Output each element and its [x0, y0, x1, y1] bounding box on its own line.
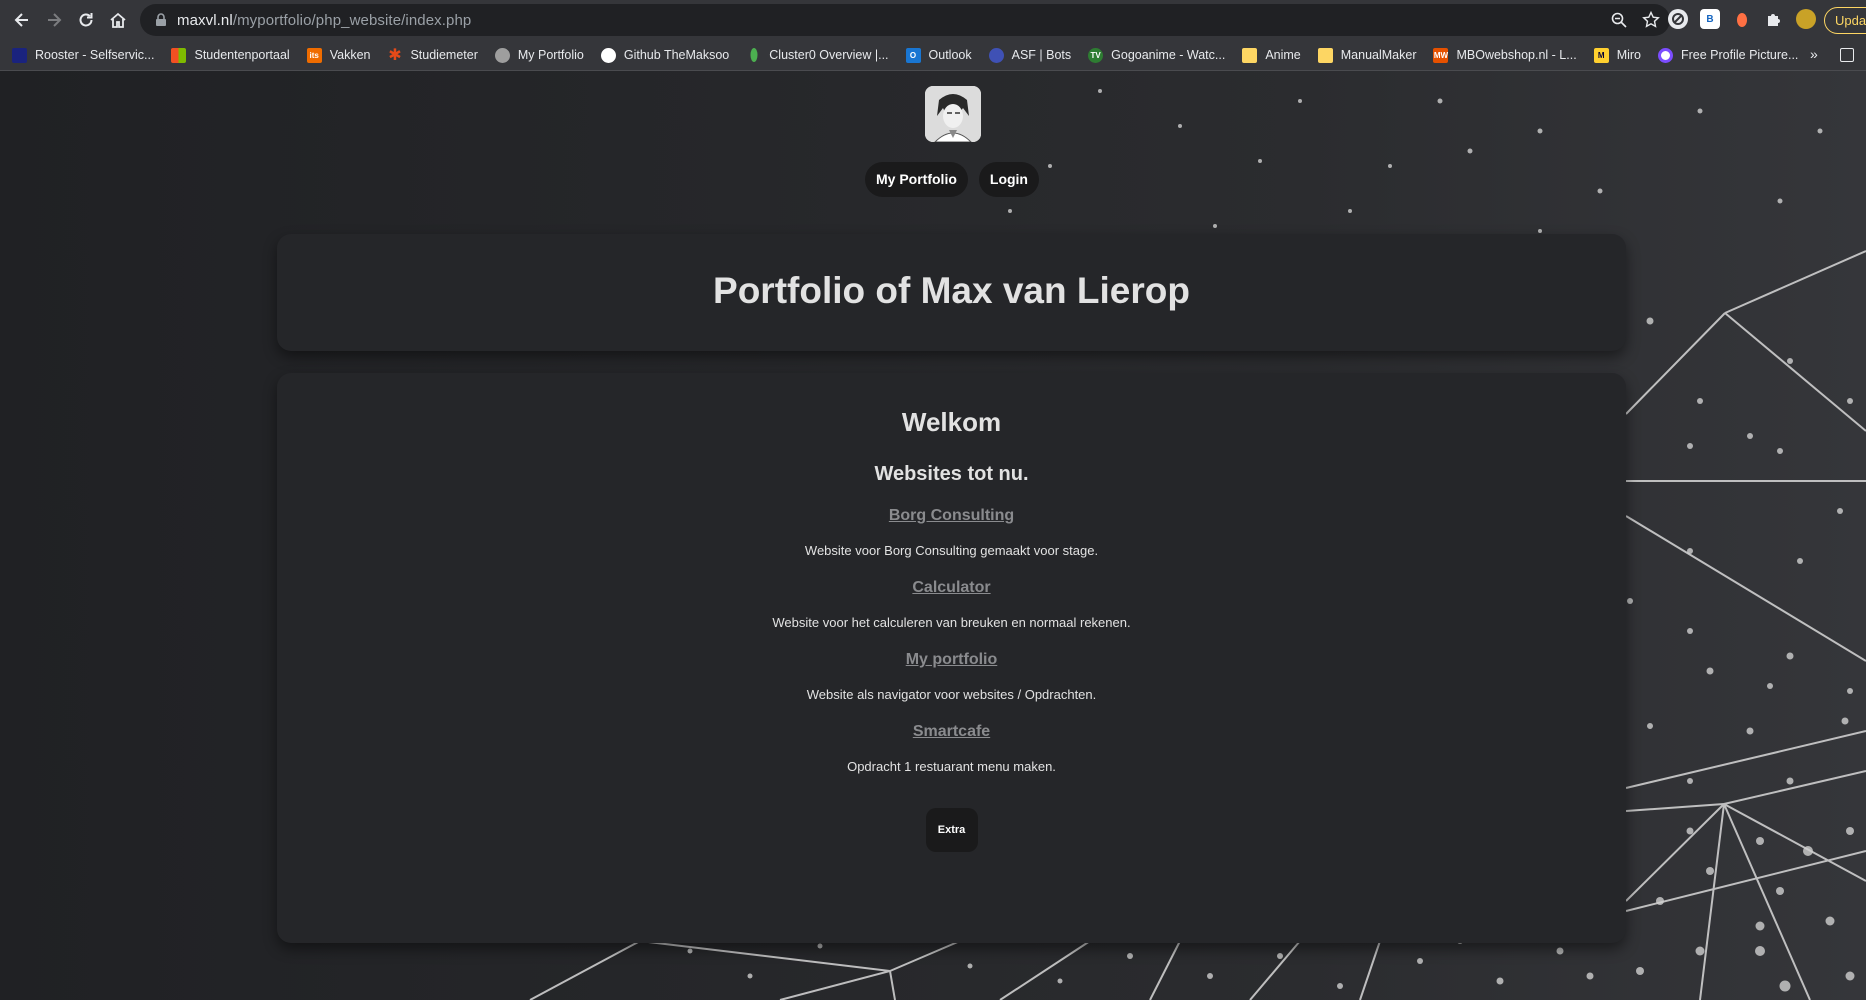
more-bookmarks-icon[interactable]: »: [1810, 46, 1818, 62]
bookmark-item[interactable]: TV Gogoanime - Watc...: [1088, 47, 1225, 63]
my-portfolio-link[interactable]: My portfolio: [906, 651, 998, 668]
outlook-icon: O: [905, 47, 921, 63]
gogoanime-icon: TV: [1088, 47, 1104, 63]
b-extension-icon[interactable]: B: [1700, 9, 1720, 29]
miro-icon: M: [1593, 47, 1609, 63]
lock-icon: [156, 13, 166, 26]
asterisk-icon: ✱: [388, 47, 402, 64]
its-icon: its: [306, 47, 322, 63]
profile-avatar: [925, 86, 981, 142]
extra-button[interactable]: Extra: [925, 808, 978, 852]
content-card: Welkom Websites tot nu. Borg Consulting …: [277, 373, 1626, 943]
bookmark-item[interactable]: ASF | Bots: [988, 47, 1071, 63]
site-description: Website voor het calculeren van breuken …: [772, 615, 1131, 630]
my-portfolio-button[interactable]: My Portfolio: [865, 162, 968, 197]
bookmark-item[interactable]: MW MBOwebshop.nl - L...: [1433, 47, 1577, 63]
star-icon[interactable]: [1642, 11, 1660, 29]
site-entry: Borg Consulting Website voor Borg Consul…: [277, 507, 1626, 558]
bookmark-item[interactable]: My Portfolio: [494, 47, 584, 63]
home-icon[interactable]: [103, 5, 133, 35]
calculator-link[interactable]: Calculator: [912, 579, 990, 596]
site-description: Website voor Borg Consulting gemaakt voo…: [804, 543, 1099, 558]
site-entry: My portfolio Website als navigator voor …: [277, 651, 1626, 702]
profile-avatar-icon[interactable]: [1796, 9, 1816, 29]
mbo-webshop-icon: MW: [1433, 47, 1449, 63]
folder-icon: [1242, 47, 1258, 63]
site-entry: Smartcafe Opdracht 1 restuarant menu mak…: [277, 723, 1626, 774]
reload-icon[interactable]: [71, 5, 101, 35]
site-description: Opdracht 1 restuarant menu maken.: [847, 759, 1056, 774]
address-bar[interactable]: maxvl.nl/myportfolio/php_website/index.p…: [140, 4, 1670, 36]
update-button[interactable]: Update: [1824, 7, 1866, 34]
honey-extension-icon[interactable]: [1732, 9, 1752, 29]
bookmarks-bar: Rooster - Selfservic... Studentenportaal…: [0, 40, 1866, 71]
bookmark-favicon-icon: [12, 47, 27, 63]
bookmark-item[interactable]: its Vakken: [306, 47, 370, 63]
folder-icon: [1317, 47, 1333, 63]
browser-toolbar: maxvl.nl/myportfolio/php_website/index.p…: [0, 0, 1866, 40]
reading-list-icon[interactable]: [1840, 48, 1854, 62]
back-icon[interactable]: [7, 5, 37, 35]
asf-icon: [988, 47, 1004, 63]
github-icon: [600, 47, 616, 63]
bookmark-item[interactable]: ✱ Studiemeter: [387, 47, 478, 64]
blocker-extension-icon[interactable]: [1668, 9, 1688, 29]
login-button[interactable]: Login: [978, 162, 1039, 197]
bookmark-item[interactable]: Free Profile Picture...: [1658, 47, 1798, 63]
websites-heading: Websites tot nu.: [874, 463, 1029, 485]
bookmark-item[interactable]: ManualMaker: [1317, 47, 1416, 63]
bookmark-item[interactable]: O Outlook: [905, 47, 972, 63]
bookmark-item[interactable]: Cluster0 Overview |...: [746, 47, 889, 63]
welcome-heading: Welkom: [901, 407, 1002, 437]
url-text: maxvl.nl/myportfolio/php_website/index.p…: [177, 11, 472, 29]
bookmark-item[interactable]: Rooster - Selfservic...: [12, 47, 154, 63]
puzzle-icon[interactable]: [1764, 9, 1784, 29]
site-entry: Calculator Website voor het calculeren v…: [277, 579, 1626, 630]
zoom-icon[interactable]: [1610, 11, 1628, 29]
page-viewport: My Portfolio Login Portfolio of Max van …: [0, 71, 1866, 1000]
borg-consulting-link[interactable]: Borg Consulting: [889, 507, 1014, 524]
bookmark-item[interactable]: Anime: [1242, 47, 1301, 63]
site-description: Website als navigator voor websites / Op…: [806, 687, 1097, 702]
microsoft-icon: [171, 47, 187, 63]
title-card: Portfolio of Max van Lierop: [277, 234, 1626, 351]
bookmark-item[interactable]: M Miro: [1593, 47, 1641, 63]
smartcafe-link[interactable]: Smartcafe: [913, 723, 990, 740]
forward-icon[interactable]: [39, 5, 69, 35]
top-navigation: My Portfolio Login: [0, 162, 1866, 197]
mongodb-leaf-icon: [746, 47, 761, 63]
page-title: Portfolio of Max van Lierop: [713, 270, 1190, 311]
bookmark-item[interactable]: Github TheMaksoo: [600, 47, 729, 63]
profile-picture-icon: [1658, 47, 1673, 63]
portfolio-favicon-icon: [494, 47, 510, 63]
bookmark-item[interactable]: Studentenportaal: [171, 47, 290, 63]
